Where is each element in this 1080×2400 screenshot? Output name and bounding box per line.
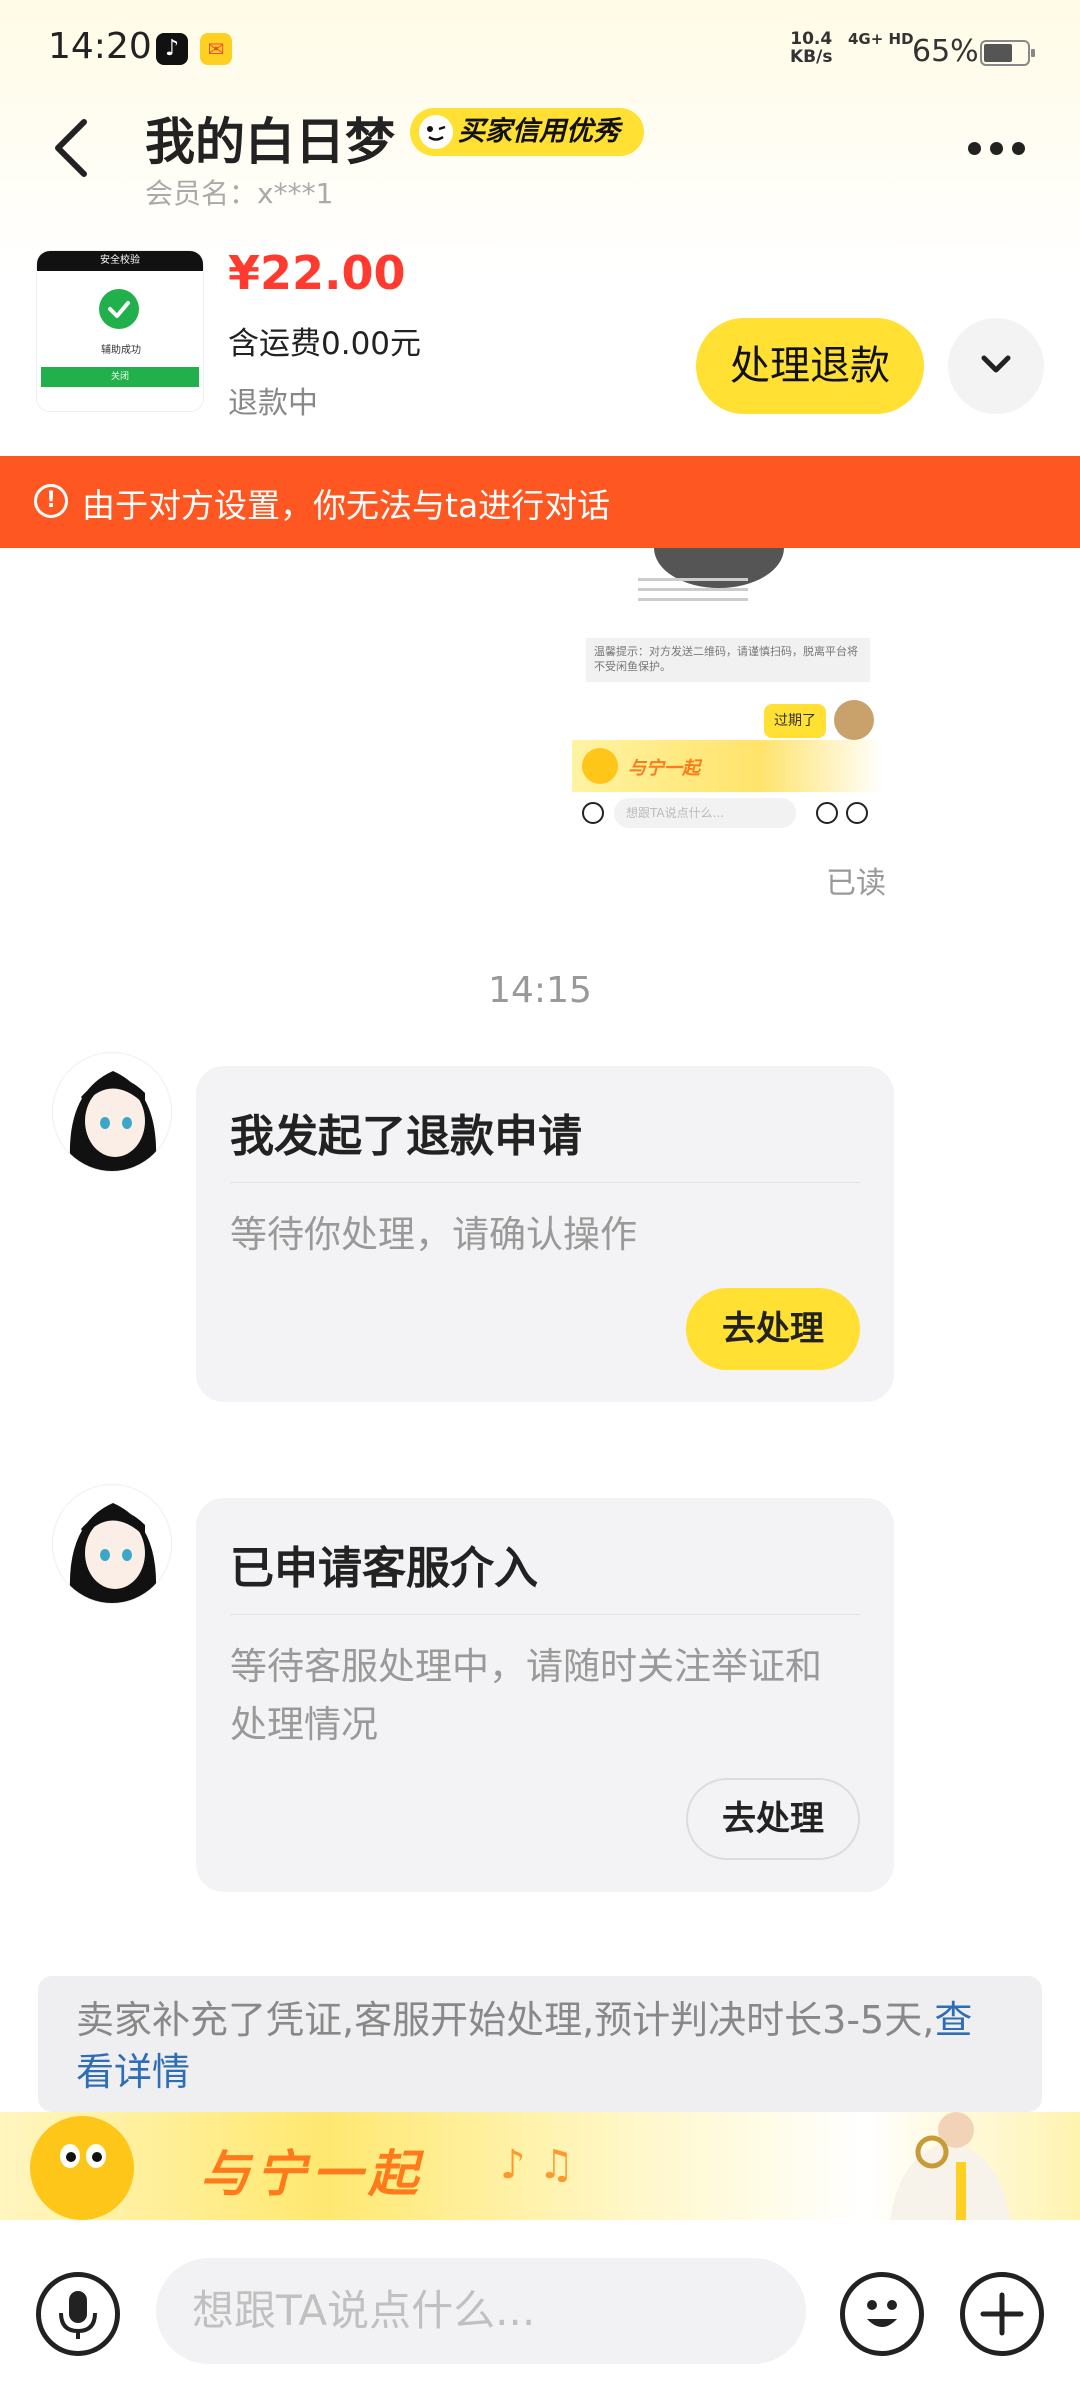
- system-notice: 卖家补充了凭证,客服开始处理,预计判决时长3-5天,查看详情: [38, 1976, 1042, 2112]
- promo-text: 与宁一起: [200, 2145, 424, 2203]
- badge-label: 买家信用优秀: [458, 116, 620, 147]
- banner-text: 由于对方设置，你无法与ta进行对话: [82, 486, 611, 525]
- chevron-down-icon: [981, 355, 1011, 373]
- plus-icon: [846, 802, 868, 824]
- service-intervention-card: 已申请客服介入 等待客服处理中，请随时关注举证和处理情况 去处理: [196, 1498, 894, 1892]
- divider: [230, 1182, 860, 1183]
- expand-button[interactable]: [948, 318, 1044, 414]
- credit-badge[interactable]: 买家信用优秀: [410, 108, 644, 156]
- chick-mascot-icon: [30, 2116, 134, 2220]
- divider: [230, 1614, 860, 1615]
- chat-image-warning: 温馨提示：对方发送二维码，请谨慎扫码，脱离平台将不受闲鱼保护。: [586, 638, 870, 682]
- anime-avatar-icon: [53, 1485, 171, 1603]
- add-button[interactable]: [960, 2272, 1044, 2356]
- product-thumbnail[interactable]: 安全校验 辅助成功 关闭: [36, 250, 204, 412]
- avatar[interactable]: [52, 1484, 172, 1604]
- read-receipt: 已读: [826, 866, 886, 901]
- voice-input-button[interactable]: [36, 2272, 120, 2356]
- microphone-icon: [59, 2291, 97, 2339]
- product-price: ¥22.00: [228, 246, 406, 300]
- input-bar: 想跟TA说点什么...: [0, 2220, 1080, 2400]
- card-title: 已申请客服介入: [230, 1543, 538, 1594]
- battery-icon: [980, 40, 1035, 66]
- plus-icon: [980, 2292, 1024, 2336]
- spokesperson-image: [890, 2112, 1010, 2220]
- member-name: 会员名：x***1: [145, 177, 334, 210]
- anime-avatar-icon: [53, 1053, 171, 1171]
- tiktok-icon: ♪: [156, 33, 188, 65]
- alert-icon: !: [34, 484, 68, 518]
- chat-image-message[interactable]: 温馨提示：对方发送二维码，请谨慎扫码，脱离平台将不受闲鱼保护。 过期了 已读 与…: [572, 548, 884, 834]
- status-bar: 14:20 ♪ ✉ 10.4 KB/s 4G+ HD 65%: [0, 0, 1080, 100]
- emoji-icon: [816, 802, 838, 824]
- chat-image-promo: 与宁一起: [572, 740, 884, 792]
- more-options-icon[interactable]: [968, 140, 1034, 160]
- message-input[interactable]: 想跟TA说点什么...: [156, 2258, 806, 2364]
- order-status: 退款中: [228, 386, 318, 421]
- back-button[interactable]: [48, 118, 98, 178]
- promo-banner[interactable]: 与宁一起 ♪ ♫: [0, 2112, 1080, 2220]
- card-description: 等待客服处理中，请随时关注举证和处理情况: [230, 1645, 822, 1746]
- chat-image-expired: 过期了: [764, 704, 826, 738]
- emoji-icon: [867, 2300, 897, 2327]
- refund-request-card: 我发起了退款申请 等待你处理，请确认操作 去处理: [196, 1066, 894, 1402]
- chevron-left-icon: [55, 119, 87, 177]
- mail-icon: ✉: [200, 33, 232, 65]
- chat-timestamp: 14:15: [488, 970, 592, 1011]
- signal-icon: 4G+ HD: [848, 30, 914, 48]
- notice-text: 卖家补充了凭证,客服开始处理,预计判决时长3-5天,: [76, 1998, 935, 2042]
- battery-percent: 65%: [912, 34, 979, 69]
- shipping-fee: 含运费0.00元: [228, 326, 422, 362]
- process-button[interactable]: 去处理: [686, 1288, 860, 1370]
- handle-refund-button[interactable]: 处理退款: [696, 318, 924, 414]
- avatar[interactable]: [52, 1052, 172, 1172]
- wink-face-icon: [419, 115, 453, 149]
- restriction-banner: ! 由于对方设置，你无法与ta进行对话: [0, 456, 1080, 548]
- emoji-button[interactable]: [840, 2272, 924, 2356]
- mic-icon: [582, 802, 604, 824]
- network-speed: 10.4 KB/s: [790, 29, 833, 67]
- process-button[interactable]: 去处理: [686, 1778, 860, 1860]
- check-icon: [99, 289, 139, 329]
- status-time: 14:20: [48, 26, 152, 67]
- chat-image-avatar: [834, 700, 874, 740]
- page-title[interactable]: 我的白日梦: [145, 102, 395, 174]
- card-description: 等待你处理，请确认操作: [230, 1213, 637, 1256]
- music-note-icon: ♪ ♫: [500, 2142, 575, 2188]
- card-title: 我发起了退款申请: [230, 1111, 582, 1162]
